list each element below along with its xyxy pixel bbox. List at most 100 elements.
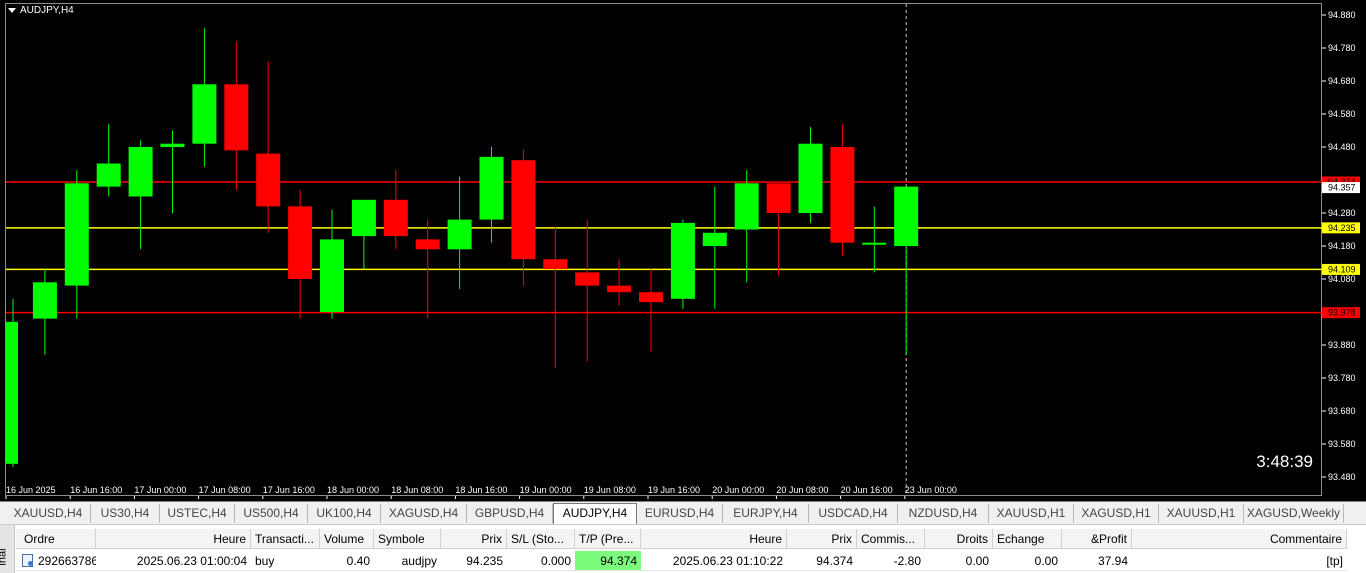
- bullish-candle: [64, 183, 89, 286]
- history-row-cell[interactable]: 0.40: [320, 551, 374, 571]
- column-header[interactable]: T/P (Pre...: [575, 529, 641, 549]
- tab-xagusd-weekly[interactable]: XAGUSD,Weekly: [1244, 504, 1344, 523]
- tab-nzdusd-h4[interactable]: NZDUSD,H4: [898, 504, 989, 523]
- tab-usdcad-h4[interactable]: USDCAD,H4: [809, 504, 898, 523]
- column-header[interactable]: Echange: [993, 529, 1062, 549]
- bullish-candle: [192, 84, 217, 144]
- history-row-cell[interactable]: 94.235: [441, 551, 507, 571]
- tab-uk100-h4[interactable]: UK100,H4: [308, 504, 381, 523]
- tab-xauusd-h4[interactable]: XAUUSD,H4: [6, 504, 91, 523]
- time-tick-label: 16 Jun 16:00: [70, 485, 122, 495]
- time-tick-label: 20 Jun 00:00: [712, 485, 764, 495]
- bearish-candle: [511, 160, 536, 260]
- column-header[interactable]: Commentaire: [1132, 529, 1347, 549]
- tab-us30-h4[interactable]: US30,H4: [91, 504, 160, 523]
- tab-eurusd-h4[interactable]: EURUSD,H4: [637, 504, 723, 523]
- bearish-candle: [607, 285, 632, 293]
- bullish-candle: [734, 183, 759, 230]
- bullish-candle: [670, 222, 695, 299]
- bearish-candle: [256, 153, 281, 207]
- dropdown-triangle-icon[interactable]: [8, 8, 16, 13]
- price-tick-label: 94.880: [1328, 10, 1356, 20]
- column-header[interactable]: Prix: [787, 529, 857, 549]
- history-row-cell[interactable]: [tp]: [1132, 551, 1347, 571]
- bearish-candle: [830, 147, 855, 243]
- bar-countdown-timer: 3:48:39: [1256, 452, 1313, 471]
- chart-tabs-bar: XAUUSD,H4 US30,H4 USTEC,H4 US500,H4 UK100,H4…: [0, 502, 1366, 525]
- bearish-candle: [766, 183, 791, 213]
- time-tick-label: 18 Jun 16:00: [455, 485, 507, 495]
- chart-symbol-title[interactable]: AUDJPY,H4: [8, 5, 74, 16]
- open-price-badge-label: 94.109: [1328, 264, 1356, 274]
- history-row-cell[interactable]: -2.80: [857, 551, 925, 571]
- price-tick-label: 94.180: [1328, 241, 1356, 251]
- column-header[interactable]: Ordre: [16, 529, 96, 549]
- bullish-candle: [798, 143, 823, 213]
- history-row-cell[interactable]: buy: [251, 551, 320, 571]
- bearish-candle: [288, 206, 313, 279]
- chart-window[interactable]: 94.88094.78094.68094.58094.48094.38094.2…: [0, 0, 1366, 502]
- history-row-cell[interactable]: 94.374: [787, 551, 857, 571]
- history-row-cell[interactable]: 0.000: [507, 551, 575, 571]
- time-tick-label: 23 Jun 00:00: [905, 485, 957, 495]
- bearish-candle: [224, 84, 249, 151]
- column-header[interactable]: Volume: [320, 529, 374, 549]
- tab-audjpy-h4[interactable]: AUDJPY,H4: [553, 503, 637, 524]
- time-tick-label: 18 Jun 08:00: [391, 485, 443, 495]
- terminal-side-bar[interactable]: inal: [0, 525, 15, 573]
- bullish-candle: [447, 219, 472, 250]
- tab-gbpusd-h4[interactable]: GBPUSD,H4: [467, 504, 553, 523]
- tab-xauusd-h1[interactable]: XAUUSD,H1: [989, 504, 1074, 523]
- bullish-candle: [128, 147, 153, 197]
- history-row-cell[interactable]: 0.00: [925, 551, 993, 571]
- time-tick-label: 16 Jun 2025: [6, 485, 56, 495]
- price-tick-label: 94.580: [1328, 109, 1356, 119]
- history-row-cell[interactable]: 2025.06.23 01:10:22: [641, 551, 787, 571]
- tab-eurjpy-h4[interactable]: EURJPY,H4: [723, 504, 809, 523]
- column-header[interactable]: Prix: [441, 529, 507, 549]
- tab-xagusd-h1[interactable]: XAGUSD,H1: [1074, 504, 1159, 523]
- tab-ustec-h4[interactable]: USTEC,H4: [160, 504, 235, 523]
- history-row-cell[interactable]: 0.00: [993, 551, 1062, 571]
- column-header[interactable]: Transacti...: [251, 529, 320, 549]
- candlestick-chart[interactable]: 94.88094.78094.68094.58094.48094.38094.2…: [0, 0, 1366, 501]
- price-tick-label: 93.880: [1328, 340, 1356, 350]
- history-row-cell[interactable]: 292663786: [16, 551, 96, 571]
- time-tick-label: 17 Jun 08:00: [199, 485, 251, 495]
- history-row-cell[interactable]: audjpy: [374, 551, 441, 571]
- tab-xagusd-h4[interactable]: XAGUSD,H4: [381, 504, 467, 523]
- price-tick-label: 94.780: [1328, 43, 1356, 53]
- terminal-side-label: inal: [0, 548, 9, 566]
- column-header[interactable]: S/L (Sto...: [507, 529, 575, 549]
- column-header[interactable]: Droits: [925, 529, 993, 549]
- price-tick-label: 94.480: [1328, 142, 1356, 152]
- history-row-cell[interactable]: 37.94: [1062, 551, 1132, 571]
- price-tick-label: 93.780: [1328, 373, 1356, 383]
- column-header[interactable]: &Profit: [1062, 529, 1132, 549]
- bullish-candle: [862, 242, 887, 245]
- column-header[interactable]: Commis...: [857, 529, 925, 549]
- time-tick-label: 19 Jun 16:00: [648, 485, 700, 495]
- bearish-candle: [415, 239, 440, 250]
- bullish-candle: [160, 143, 185, 147]
- history-row-cell[interactable]: 2025.06.23 01:00:04: [96, 551, 251, 571]
- column-header[interactable]: Symbole: [374, 529, 441, 549]
- bullish-candle: [32, 282, 57, 319]
- tab-xauusd-h1[interactable]: XAUUSD,H1: [1159, 504, 1244, 523]
- time-tick-label: 17 Jun 00:00: [134, 485, 186, 495]
- bullish-candle: [702, 232, 727, 246]
- tab-us500-h4[interactable]: US500,H4: [235, 504, 308, 523]
- bearish-candle: [383, 199, 408, 237]
- time-tick-label: 18 Jun 00:00: [327, 485, 379, 495]
- bullish-candle: [6, 321, 18, 464]
- price-tick-label: 94.680: [1328, 76, 1356, 86]
- price-tick-label: 93.680: [1328, 406, 1356, 416]
- time-tick-label: 17 Jun 16:00: [263, 485, 315, 495]
- sl-price-badge-label: 93.978: [1328, 308, 1356, 318]
- column-header[interactable]: Heure: [641, 529, 787, 549]
- price-tick-label: 94.280: [1328, 208, 1356, 218]
- history-row-cell[interactable]: 94.374: [575, 551, 641, 571]
- column-header[interactable]: Heure: [96, 529, 251, 549]
- terminal-panel: inal Ordre Heure Transacti... Volume Symbole…: [0, 525, 1366, 573]
- price-tick-label: 93.480: [1328, 472, 1356, 482]
